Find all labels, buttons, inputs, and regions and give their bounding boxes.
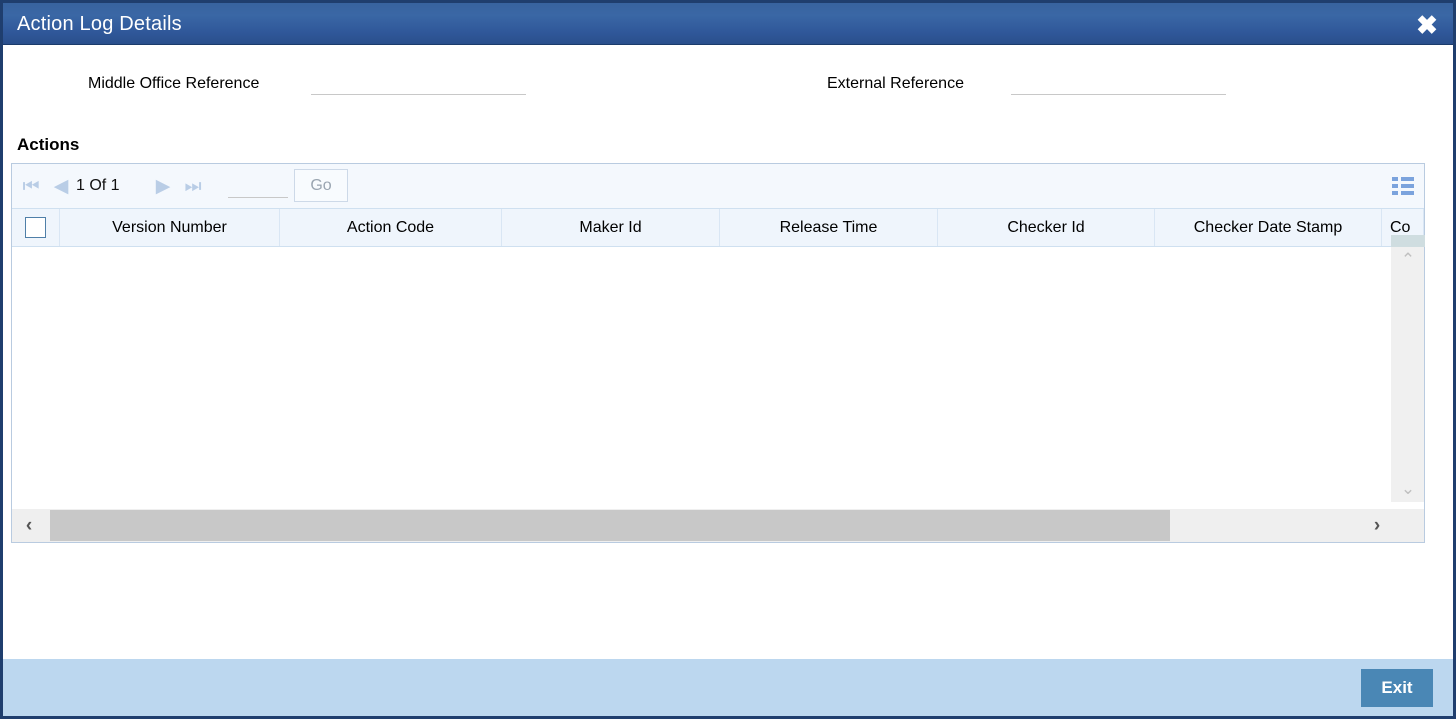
go-button[interactable]: Go (294, 169, 348, 202)
grid-rows-container (12, 247, 1390, 502)
actions-section-title: Actions (17, 135, 80, 154)
scroll-left-icon[interactable]: ‹ (14, 509, 44, 542)
column-header-maker-id[interactable]: Maker Id (502, 209, 720, 246)
grid-view-icon[interactable] (1392, 176, 1414, 196)
action-log-details-dialog: Action Log Details ✖ Middle Office Refer… (0, 0, 1456, 719)
vertical-scrollbar-cap (1391, 235, 1425, 247)
middle-office-reference-input[interactable] (311, 73, 526, 95)
dialog-body: Middle Office Reference External Referen… (3, 45, 1453, 656)
external-reference-label: External Reference (827, 75, 964, 92)
grid-vertical-scrollbar[interactable]: ⌃ ⌄ (1390, 235, 1425, 502)
page-indicator: 1 Of 1 (76, 177, 120, 194)
last-page-icon[interactable]: ⏭ (182, 176, 204, 198)
scrollbar-corner (1394, 509, 1424, 542)
previous-page-icon[interactable]: ◀ (50, 176, 72, 198)
horizontal-scrollbar-thumb[interactable] (50, 510, 1170, 541)
column-header-release-time[interactable]: Release Time (720, 209, 938, 246)
grid-horizontal-scrollbar[interactable]: ‹ › (12, 508, 1424, 542)
actions-grid-panel: ⏮ ◀ 1 Of 1 ▶ ⏭ Go Version Number Action … (11, 163, 1425, 543)
scroll-down-icon[interactable]: ⌄ (1391, 478, 1425, 500)
exit-button[interactable]: Exit (1361, 669, 1433, 707)
close-icon[interactable]: ✖ (1411, 10, 1443, 42)
grid-header-row: Version Number Action Code Maker Id Rele… (12, 209, 1424, 247)
dialog-titlebar: Action Log Details ✖ (3, 0, 1453, 45)
scroll-up-icon[interactable]: ⌃ (1391, 249, 1425, 271)
dialog-footer: Exit (3, 659, 1453, 716)
scroll-right-icon[interactable]: › (1362, 509, 1392, 542)
next-page-icon[interactable]: ▶ (152, 176, 174, 198)
column-header-action-code[interactable]: Action Code (280, 209, 502, 246)
dialog-title: Action Log Details (17, 13, 182, 35)
select-all-header-cell (12, 209, 60, 246)
grid-pagination-toolbar: ⏮ ◀ 1 Of 1 ▶ ⏭ Go (12, 164, 1424, 209)
select-all-checkbox[interactable] (25, 217, 46, 238)
first-page-icon[interactable]: ⏮ (20, 176, 42, 198)
external-reference-input[interactable] (1011, 73, 1226, 95)
column-header-checker-date-stamp[interactable]: Checker Date Stamp (1155, 209, 1382, 246)
column-header-checker-id[interactable]: Checker Id (938, 209, 1155, 246)
goto-page-input[interactable] (228, 178, 288, 198)
column-header-version-number[interactable]: Version Number (60, 209, 280, 246)
middle-office-reference-label: Middle Office Reference (88, 75, 260, 92)
